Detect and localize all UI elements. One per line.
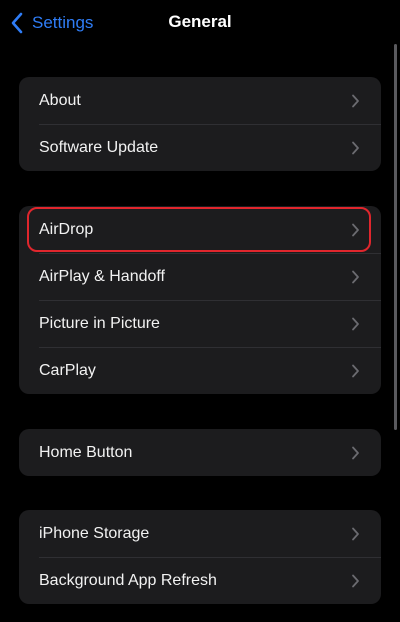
scrollbar[interactable] — [394, 44, 397, 430]
row-iphone-storage[interactable]: iPhone Storage — [19, 510, 381, 557]
chevron-right-icon — [351, 527, 361, 541]
chevron-right-icon — [351, 317, 361, 331]
row-about[interactable]: About — [19, 77, 381, 124]
settings-group-storage: iPhone Storage Background App Refresh — [19, 510, 381, 604]
row-label: AirDrop — [39, 220, 94, 238]
row-label: Software Update — [39, 138, 159, 156]
row-background-app-refresh[interactable]: Background App Refresh — [19, 557, 381, 604]
page-title: General — [168, 12, 232, 31]
chevron-right-icon — [351, 141, 361, 155]
row-label: Picture in Picture — [39, 314, 160, 332]
row-picture-in-picture[interactable]: Picture in Picture — [19, 300, 381, 347]
settings-group-airdrop: AirDrop AirPlay & Handoff Picture in Pic… — [19, 206, 381, 394]
chevron-right-icon — [351, 223, 361, 237]
chevron-right-icon — [351, 574, 361, 588]
row-home-button[interactable]: Home Button — [19, 429, 381, 476]
chevron-right-icon — [351, 94, 361, 108]
row-airplay-handoff[interactable]: AirPlay & Handoff — [19, 253, 381, 300]
settings-group-home-button: Home Button — [19, 429, 381, 476]
row-software-update[interactable]: Software Update — [19, 124, 381, 171]
row-label: AirPlay & Handoff — [39, 267, 165, 285]
settings-group-about: About Software Update — [19, 77, 381, 171]
row-airdrop[interactable]: AirDrop — [19, 206, 381, 253]
chevron-right-icon — [351, 270, 361, 284]
navigation-bar: Settings General — [0, 0, 400, 46]
row-label: Background App Refresh — [39, 571, 217, 589]
row-carplay[interactable]: CarPlay — [19, 347, 381, 394]
row-label: About — [39, 91, 81, 109]
row-label: CarPlay — [39, 361, 96, 379]
row-label: Home Button — [39, 443, 133, 461]
chevron-right-icon — [351, 364, 361, 378]
chevron-right-icon — [351, 446, 361, 460]
row-label: iPhone Storage — [39, 524, 150, 542]
